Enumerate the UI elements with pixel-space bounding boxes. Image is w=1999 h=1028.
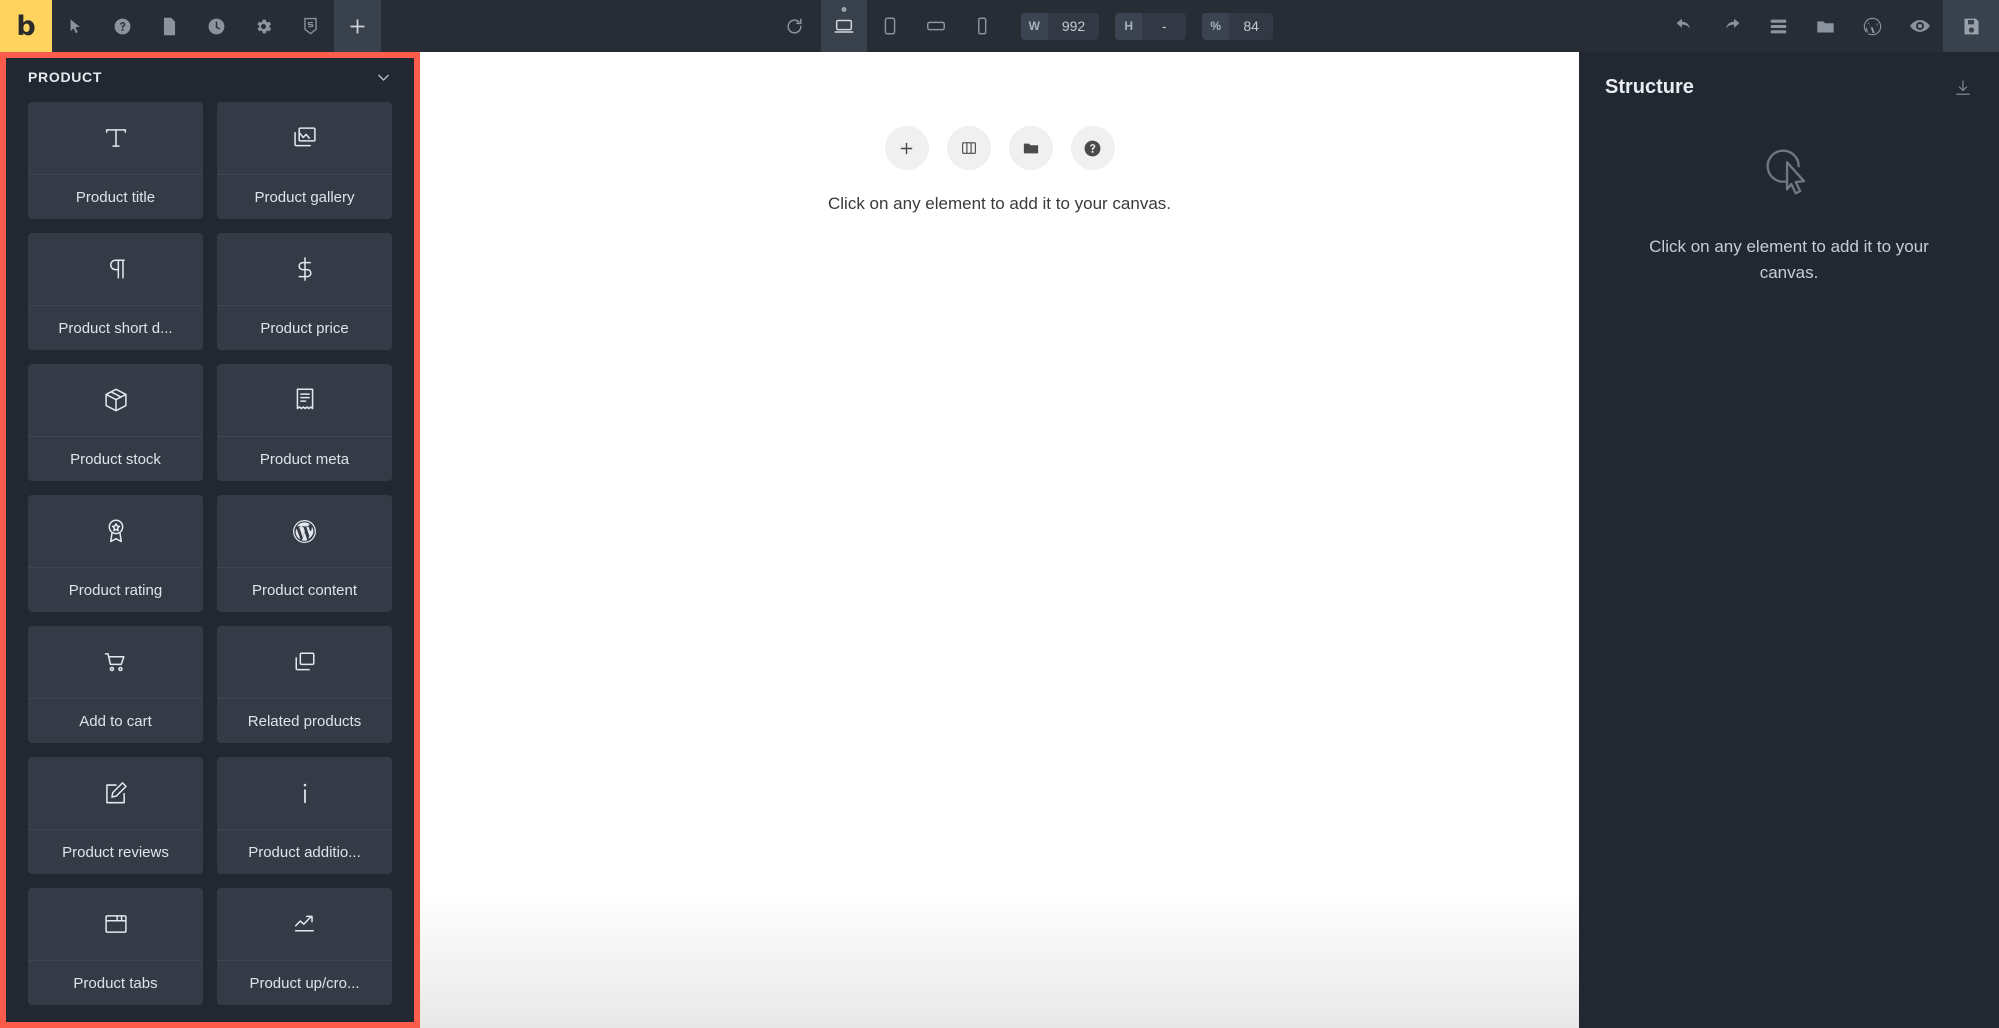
device-tablet-button[interactable] [867,0,913,52]
device-tablet-landscape-button[interactable] [913,0,959,52]
open-library-button[interactable] [1008,126,1053,170]
css-icon[interactable] [287,0,334,52]
structure-empty-state: Click on any element to add it to your c… [1605,141,1973,285]
download-icon[interactable] [1953,78,1973,98]
receipt-icon [217,364,392,437]
page-icon[interactable] [146,0,193,52]
element-tile-product-meta[interactable]: Product meta [217,364,392,481]
height-field[interactable]: H - [1115,12,1187,40]
element-tile-label: Product reviews [62,843,169,861]
panel-header-product[interactable]: PRODUCT [6,58,414,96]
chevron-down-icon[interactable] [375,69,392,86]
canvas-empty-state: Click on any element to add it to your c… [420,126,1579,214]
element-tile-product-content[interactable]: Product content [217,495,392,612]
height-label: H [1115,12,1143,40]
canvas-action-buttons [884,126,1115,170]
wordpress-icon [217,495,392,568]
top-toolbar: b W 992 H - % 84 [0,0,1999,52]
zoom-label: % [1202,12,1230,40]
page-title: Structure [1605,76,1694,98]
text-title-icon [28,102,203,175]
width-label: W [1020,12,1048,40]
history-icon[interactable] [193,0,240,52]
redo-icon[interactable] [1708,0,1755,52]
trend-up-icon [217,888,392,961]
add-element-button[interactable] [884,126,929,170]
cursor-icon[interactable] [52,0,99,52]
element-tile-product-stock[interactable]: Product stock [28,364,203,481]
structure-panel-header: Structure [1605,76,1973,99]
dollar-icon [217,233,392,306]
element-tile-label: Product rating [68,581,163,599]
element-tile-label: Product up/cro... [249,974,360,992]
eye-icon[interactable] [1896,0,1943,52]
element-tile-label: Product additio... [248,843,361,861]
width-value[interactable]: 992 [1047,12,1100,40]
edit-note-icon [28,757,203,830]
save-button[interactable] [1943,0,1999,52]
element-tile-add-to-cart[interactable]: Add to cart [28,626,203,743]
copy-icon [217,626,392,699]
gear-icon[interactable] [240,0,287,52]
elements-sidebar: PRODUCT Product title Product gallery Pr… [0,52,420,1028]
canvas-area[interactable]: Click on any element to add it to your c… [420,52,1579,1028]
toolbar-right-group [1661,0,1999,52]
layers-icon[interactable] [1755,0,1802,52]
zoom-value[interactable]: 84 [1229,12,1274,40]
image-gallery-icon [217,102,392,175]
box-icon [28,364,203,437]
folder-icon[interactable] [1802,0,1849,52]
element-tile-product-short-description[interactable]: Product short d... [28,233,203,350]
info-icon [217,757,392,830]
element-tile-product-price[interactable]: Product price [217,233,392,350]
structure-empty-text: Click on any element to add it to your c… [1649,237,1929,282]
element-tile-label: Add to cart [79,712,152,730]
zoom-field[interactable]: % 84 [1202,12,1274,40]
help-icon[interactable] [99,0,146,52]
add-columns-button[interactable] [946,126,991,170]
element-tile-label: Product meta [259,450,350,468]
width-field[interactable]: W 992 [1020,12,1100,40]
wordpress-icon[interactable] [1849,0,1896,52]
element-tile-product-up-cross-sells[interactable]: Product up/cro... [217,888,392,1005]
click-cursor-icon [1758,141,1820,208]
device-mobile-button[interactable] [959,0,1005,52]
toolbar-center-group: W 992 H - % 84 [381,0,1661,52]
add-tab-button[interactable] [334,0,381,52]
element-tile-related-products[interactable]: Related products [217,626,392,743]
folder-tabs-icon [28,888,203,961]
element-tile-label: Product short d... [58,319,173,337]
element-tile-label: Product price [260,319,349,337]
reload-icon[interactable] [769,0,821,52]
element-tile-label: Related products [247,712,362,730]
element-tile-label: Product stock [70,450,161,468]
canvas-hint-text: Click on any element to add it to your c… [827,194,1171,213]
builder-app: b W 992 H - % 84 PRODUCT Product title P… [0,0,1999,1028]
app-logo[interactable]: b [0,0,52,52]
device-desktop-button[interactable] [820,0,867,52]
element-tile-label: Product tabs [73,974,158,992]
height-value[interactable]: - [1142,12,1187,40]
toolbar-left-group: b [0,0,381,52]
element-tile-product-rating[interactable]: Product rating [28,495,203,612]
elements-sidebar-inner: PRODUCT Product title Product gallery Pr… [6,58,414,1022]
undo-icon[interactable] [1661,0,1708,52]
element-tile-product-title[interactable]: Product title [28,102,203,219]
structure-panel: Structure Click on any element to add it… [1579,52,1999,1028]
element-tile-product-gallery[interactable]: Product gallery [217,102,392,219]
device-active-dot [841,7,847,12]
element-tile-label: Product title [75,188,156,206]
element-tile-grid: Product title Product gallery Product sh… [6,96,414,1022]
element-tile-label: Product content [251,581,358,599]
element-tile-label: Product gallery [254,188,355,206]
element-tile-product-additional-information[interactable]: Product additio... [217,757,392,874]
help-button[interactable] [1070,126,1115,170]
award-icon [28,495,203,568]
panel-title: PRODUCT [28,69,103,85]
element-tile-product-reviews[interactable]: Product reviews [28,757,203,874]
cart-icon [28,626,203,699]
main-area: PRODUCT Product title Product gallery Pr… [0,52,1999,1028]
element-tile-product-tabs[interactable]: Product tabs [28,888,203,1005]
paragraph-icon [28,233,203,306]
